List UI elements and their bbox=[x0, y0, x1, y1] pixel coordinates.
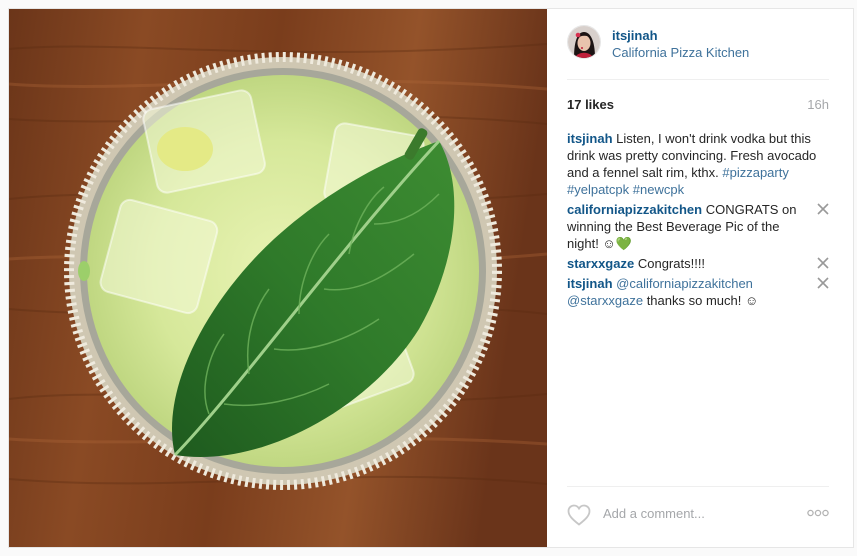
close-x-icon[interactable] bbox=[817, 277, 829, 289]
post-photo[interactable] bbox=[9, 9, 547, 547]
instagram-post: itsjinah California Pizza Kitchen 17 lik… bbox=[8, 8, 854, 548]
post-footer bbox=[567, 486, 829, 533]
mention-link[interactable]: @starxxgaze bbox=[567, 293, 643, 308]
comment-item: starxxgaze Congrats!!!! bbox=[567, 255, 829, 272]
location-link[interactable]: California Pizza Kitchen bbox=[612, 45, 749, 60]
comment-username[interactable]: californiapizzakitchen bbox=[567, 202, 702, 217]
caption: itsjinah Listen, I won't drink vodka but… bbox=[567, 130, 829, 198]
likes-count[interactable]: 17 likes bbox=[567, 97, 614, 112]
heart-outline-icon[interactable] bbox=[567, 504, 591, 526]
post-timestamp[interactable]: 16h bbox=[807, 97, 829, 112]
post-meta: 17 likes 16h bbox=[567, 97, 829, 115]
comment-item: californiapizzakitchen CONGRATS on winni… bbox=[567, 201, 829, 252]
add-comment-input[interactable] bbox=[603, 501, 793, 525]
ellipsis-icon[interactable] bbox=[807, 509, 829, 517]
comment-text: thanks so much! ☺ bbox=[646, 293, 759, 308]
hashtag-link[interactable]: #newcpk bbox=[633, 182, 684, 197]
comment-list: itsjinah Listen, I won't drink vodka but… bbox=[567, 130, 829, 312]
mention-link[interactable]: @californiapizzakitchen bbox=[616, 276, 753, 291]
comment-text: Congrats!!!! bbox=[637, 256, 706, 271]
comment-username[interactable]: starxxgaze bbox=[567, 256, 634, 271]
close-x-icon[interactable] bbox=[817, 257, 829, 269]
post-sidebar: itsjinah California Pizza Kitchen 17 lik… bbox=[547, 9, 853, 547]
comment-username[interactable]: itsjinah bbox=[567, 131, 613, 146]
close-x-icon[interactable] bbox=[817, 203, 829, 215]
post-header: itsjinah California Pizza Kitchen bbox=[567, 25, 829, 80]
author-username[interactable]: itsjinah bbox=[612, 28, 658, 43]
hashtag-link[interactable]: #yelpatcpk bbox=[567, 182, 629, 197]
comment-username[interactable]: itsjinah bbox=[567, 276, 613, 291]
comment-item: itsjinah @californiapizzakitchen @starxx… bbox=[567, 275, 829, 309]
avatar[interactable] bbox=[567, 25, 601, 59]
hashtag-link[interactable]: #pizzaparty bbox=[722, 165, 788, 180]
